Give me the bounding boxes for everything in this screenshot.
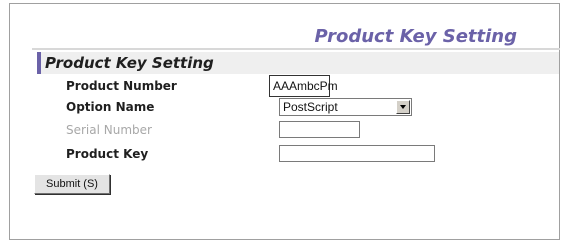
option-name-selected: PostScript <box>283 100 338 114</box>
serial-number-label: Serial Number <box>66 123 152 137</box>
serial-number-input[interactable] <box>279 121 360 138</box>
option-name-label: Option Name <box>66 100 155 114</box>
section-title: Product Key Setting <box>37 52 559 74</box>
submit-button[interactable]: Submit (S) <box>34 174 110 194</box>
chevron-down-icon[interactable] <box>396 100 410 114</box>
product-number-label: Product Number <box>66 79 177 93</box>
product-key-label: Product Key <box>66 147 149 161</box>
settings-panel: Product Key Setting Product Key Setting … <box>9 3 560 240</box>
header-divider <box>32 48 560 50</box>
product-key-input[interactable] <box>279 145 435 162</box>
option-name-select[interactable]: PostScript <box>279 98 412 116</box>
page-title: Product Key Setting <box>314 26 517 47</box>
product-number-value: AAAmbcPm <box>269 75 338 97</box>
